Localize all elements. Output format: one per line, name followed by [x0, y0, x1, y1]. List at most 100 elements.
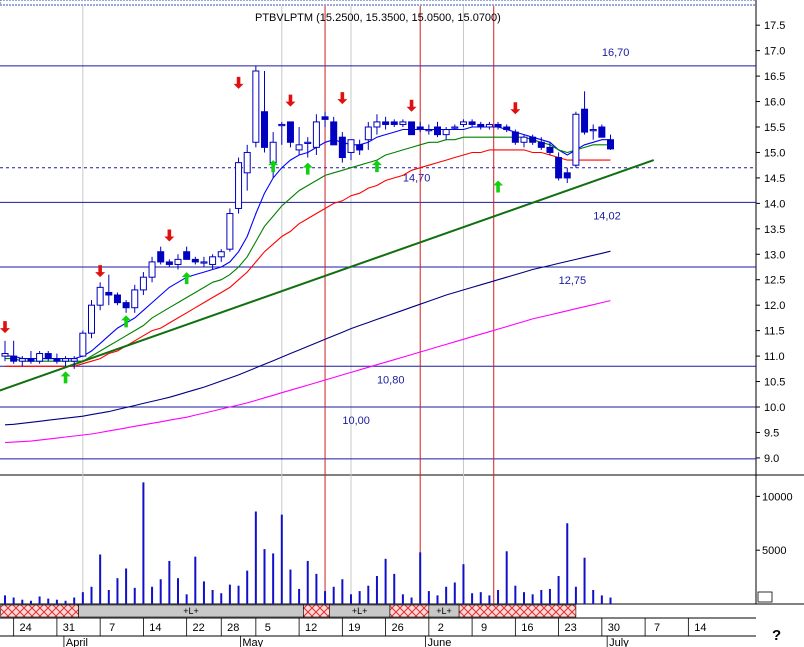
sell-arrow-0	[0, 321, 10, 334]
candle-5	[44, 351, 52, 362]
candle-body-30	[261, 111, 268, 148]
date-tick-label-7: 12	[305, 622, 317, 634]
price-tick-label-13: 11.0	[764, 351, 785, 363]
date-tick-label-16: 14	[694, 622, 706, 634]
price-tick-label-3: 16.0	[764, 97, 785, 109]
price-tick-label-5: 15.0	[764, 147, 785, 159]
candle-body-10	[88, 304, 95, 334]
candle-21	[183, 246, 191, 260]
price-tick-label-4: 15.5	[764, 122, 785, 134]
candle-body-32	[278, 123, 286, 127]
candle-16	[139, 272, 147, 295]
trendline-layer	[0, 159, 655, 392]
buy-arrow-11	[371, 160, 382, 173]
candle-54	[468, 119, 476, 127]
candle-body-66	[572, 113, 580, 166]
band-label-3: +L+	[352, 606, 368, 616]
candle-body-50	[434, 126, 441, 136]
date-tick-label-10: 2	[438, 622, 444, 634]
volume-tick-label-0: 10000	[762, 491, 793, 503]
price-tick-label-2: 16.5	[764, 71, 785, 83]
candle-50	[434, 121, 441, 138]
help-marker[interactable]: ?	[772, 627, 781, 644]
sell-arrow-6	[233, 76, 244, 89]
price-tick-label-8: 13.5	[764, 224, 785, 236]
month-label-2: June	[428, 637, 452, 647]
candle-38	[330, 116, 338, 146]
candle-9	[79, 330, 87, 357]
price-tick-label-14: 10.5	[764, 377, 785, 389]
candle-body-16	[139, 276, 147, 291]
candle-body-46	[399, 121, 407, 125]
trendline	[0, 159, 655, 392]
candle-body-31	[269, 141, 277, 164]
candle-45	[390, 119, 398, 127]
candle-22	[191, 256, 199, 265]
date-tick-label-3: 14	[149, 622, 161, 634]
candle-body-22	[191, 258, 199, 263]
candle-body-19	[165, 261, 173, 265]
candle-49	[425, 124, 433, 135]
candle-body-21	[183, 251, 191, 260]
candle-body-5	[44, 353, 52, 360]
candle-67	[581, 91, 589, 135]
grid-lines	[82, 6, 464, 604]
candle-53	[459, 119, 467, 127]
date-tick-label-8: 19	[348, 622, 360, 634]
candle-39	[338, 132, 346, 163]
candle-body-44	[382, 121, 390, 125]
candle-body-11	[96, 286, 104, 306]
candle-body-57	[494, 123, 502, 128]
candle-69	[598, 124, 606, 138]
date-tick-label-0: 24	[20, 622, 32, 634]
date-tick-label-6: 5	[265, 622, 271, 634]
candle-body-58	[503, 126, 511, 131]
candle-42	[364, 121, 372, 150]
candle-body-64	[555, 157, 563, 179]
candle-body-47	[408, 121, 416, 136]
candle-body-34	[295, 144, 303, 151]
candle-body-18	[157, 251, 165, 263]
candle-48	[416, 121, 424, 133]
price-tick-label-15: 10.0	[764, 402, 785, 414]
candle-body-42	[364, 126, 372, 141]
level-label-3: 12,75	[559, 275, 587, 287]
candle-body-15	[131, 289, 139, 309]
price-tick-label-7: 14.0	[764, 198, 785, 210]
price-tick-label-9: 13.0	[764, 249, 785, 261]
sell-arrow-8	[285, 94, 296, 107]
candle-body-24	[209, 256, 217, 265]
candle-body-41	[356, 144, 364, 151]
candle-43	[373, 114, 381, 135]
price-tick-label-0: 17.5	[764, 20, 785, 32]
candle-40	[347, 139, 355, 161]
band-4	[389, 604, 430, 618]
candle-1	[10, 340, 18, 364]
candle-body-4	[36, 353, 44, 362]
sell-arrow-10	[337, 92, 348, 105]
candle-body-60	[520, 136, 528, 143]
candle-body-55	[477, 123, 485, 128]
candle-19	[165, 259, 173, 267]
candle-12	[105, 274, 113, 306]
buy-arrow-5	[181, 272, 192, 285]
candle-body-70	[607, 139, 614, 150]
candle-4	[36, 351, 44, 364]
candle-51	[442, 127, 450, 140]
candle-body-12	[105, 291, 113, 296]
candle-68	[589, 124, 597, 140]
candle-35	[304, 137, 312, 158]
band-0	[0, 604, 79, 618]
candle-52	[451, 124, 459, 130]
candle-47	[408, 121, 416, 136]
candle-body-26	[226, 213, 234, 250]
ma-line-3	[4, 250, 611, 426]
candle-body-8	[70, 358, 78, 362]
candle-body-20	[174, 258, 182, 265]
date-tick-label-12: 16	[521, 622, 533, 634]
level-label-5: 10,00	[342, 415, 370, 427]
candle-66	[572, 111, 580, 168]
candle-27	[235, 157, 243, 214]
month-label-3: July	[609, 637, 629, 647]
volume-tick-label-1: 5000	[762, 545, 786, 557]
